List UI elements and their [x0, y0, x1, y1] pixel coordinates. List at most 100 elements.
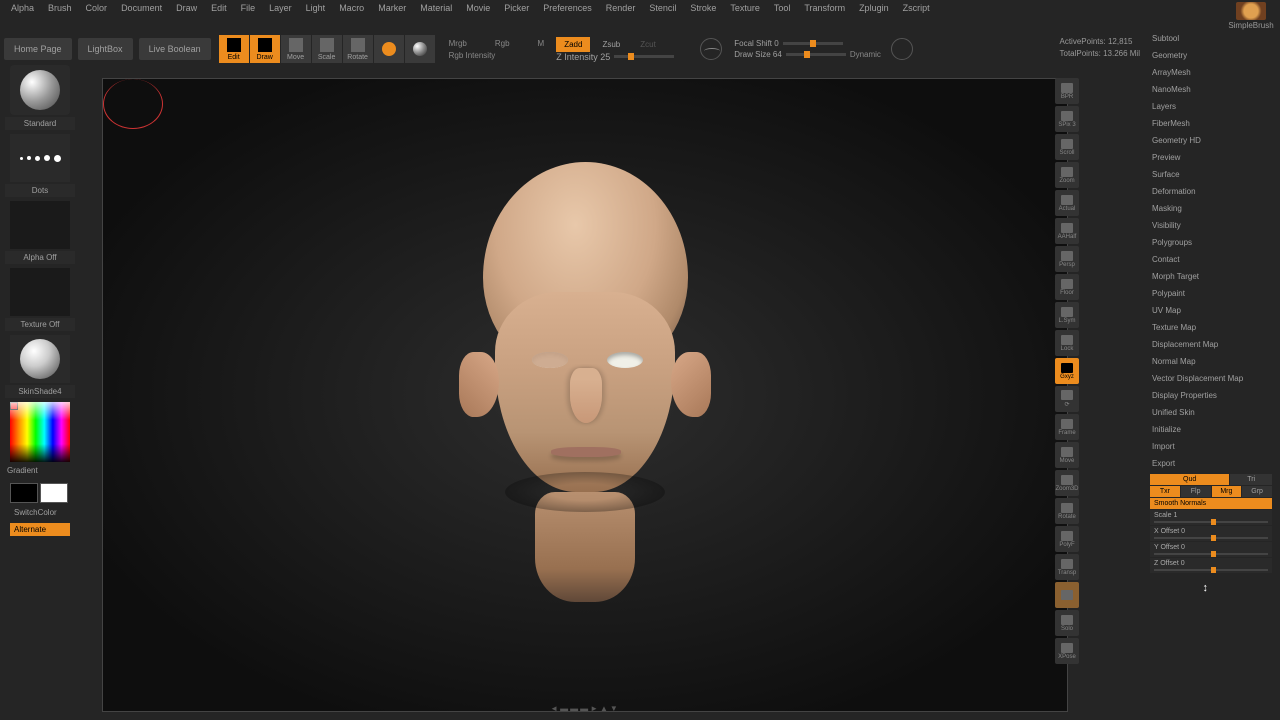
export-zoffset-slider[interactable]: Z Offset 0	[1150, 558, 1272, 573]
palette-preview[interactable]: Preview	[1146, 149, 1276, 166]
rt-zoom3d[interactable]: Zoom3D	[1055, 470, 1079, 496]
rt-gxyz[interactable]: Gxyz	[1055, 358, 1079, 384]
export-qud-toggle[interactable]: Qud	[1150, 474, 1229, 485]
zadd-toggle[interactable]: Zadd	[556, 37, 590, 52]
rt-transp[interactable]: Transp	[1055, 554, 1079, 580]
texture-preview[interactable]	[10, 268, 70, 316]
brush-preview[interactable]	[10, 65, 70, 115]
export-yoffset-slider[interactable]: Y Offset 0	[1150, 542, 1272, 557]
rt-zoom[interactable]: Zoom	[1055, 162, 1079, 188]
gradient-label[interactable]: Gradient	[5, 464, 75, 477]
dynamic-label[interactable]: Dynamic	[850, 50, 881, 59]
focal-shift-slider[interactable]	[783, 42, 843, 45]
palette-morph-target[interactable]: Morph Target	[1146, 268, 1276, 285]
rt-scroll[interactable]: Scroll	[1055, 134, 1079, 160]
rt-aahalf[interactable]: AAHalf	[1055, 218, 1079, 244]
swatch-primary[interactable]	[40, 483, 68, 503]
export-flp-toggle[interactable]: Flp	[1181, 486, 1211, 497]
rgb-toggle[interactable]: Rgb	[495, 39, 510, 48]
alternate-button[interactable]: Alternate	[10, 523, 70, 536]
move-mode-button[interactable]: Move	[281, 35, 311, 63]
alpha-preview[interactable]	[10, 201, 70, 249]
stroke-preview[interactable]	[10, 134, 70, 182]
menu-material[interactable]: Material	[413, 1, 459, 15]
rt-polyf[interactable]: PolyF	[1055, 526, 1079, 552]
rt-lock[interactable]: Lock	[1055, 330, 1079, 356]
menu-render[interactable]: Render	[599, 1, 643, 15]
draw-mode-button[interactable]: Draw	[250, 35, 280, 63]
palette-contact[interactable]: Contact	[1146, 251, 1276, 268]
menu-draw[interactable]: Draw	[169, 1, 204, 15]
viewport[interactable]: ◄▬▬▬►▲▼	[102, 78, 1068, 712]
palette-deformation[interactable]: Deformation	[1146, 183, 1276, 200]
export-scale-slider[interactable]: Scale 1	[1150, 510, 1272, 525]
palette-normal-map[interactable]: Normal Map	[1146, 353, 1276, 370]
palette-displacement-map[interactable]: Displacement Map	[1146, 336, 1276, 353]
switch-color-button[interactable]: SwitchColor	[10, 506, 70, 519]
palette-polypaint[interactable]: Polypaint	[1146, 285, 1276, 302]
palette-arraymesh[interactable]: ArrayMesh	[1146, 64, 1276, 81]
live-boolean-button[interactable]: Live Boolean	[139, 38, 211, 60]
palette-visibility[interactable]: Visibility	[1146, 217, 1276, 234]
menu-zplugin[interactable]: Zplugin	[852, 1, 896, 15]
z-intensity-slider[interactable]	[614, 55, 674, 58]
palette-masking[interactable]: Masking	[1146, 200, 1276, 217]
menu-stencil[interactable]: Stencil	[642, 1, 683, 15]
palette-uv-map[interactable]: UV Map	[1146, 302, 1276, 319]
menu-layer[interactable]: Layer	[262, 1, 299, 15]
palette-subtool[interactable]: Subtool	[1146, 30, 1276, 47]
menu-stroke[interactable]: Stroke	[683, 1, 723, 15]
menu-zscript[interactable]: Zscript	[896, 1, 937, 15]
draw-size-slider[interactable]	[786, 53, 846, 56]
palette-surface[interactable]: Surface	[1146, 166, 1276, 183]
zsub-toggle[interactable]: Zsub	[594, 37, 628, 52]
palette-polygroups[interactable]: Polygroups	[1146, 234, 1276, 251]
menu-preferences[interactable]: Preferences	[536, 1, 599, 15]
timeline-handle-icon[interactable]: ◄▬▬▬►▲▼	[550, 704, 620, 712]
palette-vector-displacement-map[interactable]: Vector Displacement Map	[1146, 370, 1276, 387]
palette-nanomesh[interactable]: NanoMesh	[1146, 81, 1276, 98]
palette-import[interactable]: Import	[1146, 438, 1276, 455]
palette-geometry-hd[interactable]: Geometry HD	[1146, 132, 1276, 149]
rt--[interactable]: ⟳	[1055, 386, 1079, 412]
menu-marker[interactable]: Marker	[371, 1, 413, 15]
rt-actual[interactable]: Actual	[1055, 190, 1079, 216]
menu-file[interactable]: File	[234, 1, 263, 15]
palette-fibermesh[interactable]: FiberMesh	[1146, 115, 1276, 132]
color-picker[interactable]	[10, 402, 70, 462]
material-preview-button[interactable]	[405, 35, 435, 63]
rt-floor[interactable]: Floor	[1055, 274, 1079, 300]
menu-light[interactable]: Light	[299, 1, 333, 15]
rt-frame[interactable]: Frame	[1055, 414, 1079, 440]
menu-transform[interactable]: Transform	[797, 1, 852, 15]
export-xoffset-slider[interactable]: X Offset 0	[1150, 526, 1272, 541]
rotate-mode-button[interactable]: Rotate	[343, 35, 373, 63]
lightbox-button[interactable]: LightBox	[78, 38, 133, 60]
export-grp-toggle[interactable]: Grp	[1242, 486, 1272, 497]
edit-mode-button[interactable]: Edit	[219, 35, 249, 63]
rt-btn-18[interactable]	[1055, 582, 1079, 608]
menu-movie[interactable]: Movie	[459, 1, 497, 15]
rt-move[interactable]: Move	[1055, 442, 1079, 468]
swatch-secondary[interactable]	[10, 483, 38, 503]
palette-texture-map[interactable]: Texture Map	[1146, 319, 1276, 336]
menu-edit[interactable]: Edit	[204, 1, 234, 15]
menu-brush[interactable]: Brush	[41, 1, 79, 15]
smooth-normals-button[interactable]: Smooth Normals	[1150, 498, 1272, 509]
palette-unified-skin[interactable]: Unified Skin	[1146, 404, 1276, 421]
zcut-toggle[interactable]: Zcut	[632, 37, 664, 52]
palette-geometry[interactable]: Geometry	[1146, 47, 1276, 64]
export-mrg-toggle[interactable]: Mrg	[1212, 486, 1242, 497]
export-txr-toggle[interactable]: Txr	[1150, 486, 1180, 497]
menu-texture[interactable]: Texture	[723, 1, 767, 15]
home-page-button[interactable]: Home Page	[4, 38, 72, 60]
palette-export[interactable]: Export	[1146, 455, 1276, 472]
palette-initialize[interactable]: Initialize	[1146, 421, 1276, 438]
rt-spix-3[interactable]: SPix 3	[1055, 106, 1079, 132]
rt-rotate[interactable]: Rotate	[1055, 498, 1079, 524]
rt-xpose[interactable]: XPose	[1055, 638, 1079, 664]
rt-solo[interactable]: Solo	[1055, 610, 1079, 636]
menu-tool[interactable]: Tool	[767, 1, 798, 15]
menu-color[interactable]: Color	[79, 1, 115, 15]
mrgb-toggle[interactable]: Mrgb	[449, 39, 467, 48]
